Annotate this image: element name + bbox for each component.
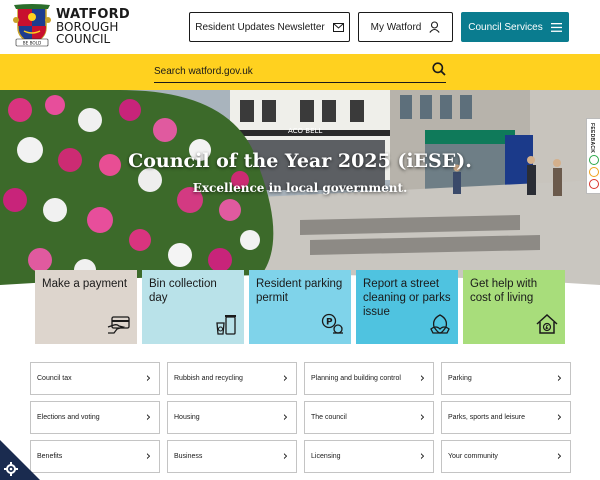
search-icon[interactable] <box>432 62 446 81</box>
happy-face-icon[interactable] <box>589 155 599 165</box>
envelope-icon <box>332 22 344 32</box>
link-label: Benefits <box>37 453 63 460</box>
link-rubbish-recycling[interactable]: Rubbish and recycling › <box>167 362 297 395</box>
home-money-icon: £ <box>535 313 559 339</box>
link-label: Licensing <box>311 453 341 460</box>
council-services-label: Council Services <box>468 21 543 33</box>
link-housing[interactable]: Housing › <box>167 401 297 434</box>
logo-line-3: COUNCIL <box>56 32 111 46</box>
hero-banner: ACO BELL Council of the Year 2025 (iESE)… <box>0 90 600 300</box>
neutral-face-icon[interactable] <box>589 167 599 177</box>
chevron-right-icon: › <box>419 449 425 464</box>
newsletter-button[interactable]: Resident Updates Newsletter <box>189 12 350 42</box>
chevron-right-icon: › <box>282 449 288 464</box>
link-label: Elections and voting <box>37 414 100 421</box>
council-services-button[interactable]: Council Services <box>461 12 569 42</box>
tile-label: Bin collection day <box>149 278 217 304</box>
link-label: Rubbish and recycling <box>174 375 243 382</box>
chevron-right-icon: › <box>282 371 288 386</box>
tile-cost-of-living[interactable]: Get help with cost of living £ <box>463 270 565 344</box>
chevron-right-icon: › <box>556 410 562 425</box>
search-band <box>0 54 600 90</box>
tile-label: Report a street cleaning or parks issue <box>363 278 451 318</box>
svg-text:P: P <box>326 318 333 328</box>
link-business[interactable]: Business › <box>167 440 297 473</box>
crest-motto: BE BOLD <box>23 41 42 46</box>
tile-report-street-issue[interactable]: Report a street cleaning or parks issue <box>356 270 458 344</box>
chevron-right-icon: › <box>282 410 288 425</box>
user-icon <box>429 21 441 33</box>
shop-sign-text: ACO BELL <box>288 127 322 135</box>
my-watford-button[interactable]: My Watford <box>358 12 453 42</box>
link-label: Your community <box>448 453 498 460</box>
chevron-right-icon: › <box>419 410 425 425</box>
hero-subtitle: Excellence in local government. <box>192 181 408 195</box>
tile-bin-collection[interactable]: Bin collection day <box>142 270 244 344</box>
council-logo[interactable]: BE BOLD WATFORD BOROUGH COUNCIL <box>12 4 130 48</box>
link-elections-voting[interactable]: Elections and voting › <box>30 401 160 434</box>
link-council-tax[interactable]: Council tax › <box>30 362 160 395</box>
link-label: The council <box>311 414 347 421</box>
chevron-right-icon: › <box>419 371 425 386</box>
chevron-right-icon: › <box>145 449 151 464</box>
chevron-right-icon: › <box>556 371 562 386</box>
crest-icon: BE BOLD <box>13 4 51 47</box>
link-label: Parking <box>448 375 472 382</box>
tile-label: Resident parking permit <box>256 278 343 304</box>
link-parks-sports-leisure[interactable]: Parks, sports and leisure › <box>441 401 571 434</box>
link-label: Parks, sports and leisure <box>448 414 526 421</box>
svg-text:£: £ <box>545 325 549 331</box>
search-bar <box>154 61 446 83</box>
chevron-right-icon: › <box>145 371 151 386</box>
link-benefits[interactable]: Benefits › <box>30 440 160 473</box>
chevron-right-icon: › <box>145 410 151 425</box>
my-watford-label: My Watford <box>370 21 422 33</box>
tile-make-payment[interactable]: Make a payment <box>35 270 137 344</box>
bins-icon <box>214 313 238 339</box>
hero-title: Council of the Year 2025 (iESE). <box>128 150 472 172</box>
parking-permit-icon: P <box>321 313 345 339</box>
chevron-right-icon: › <box>556 449 562 464</box>
feedback-tab[interactable]: FEEDBACK <box>586 118 600 194</box>
tile-resident-parking-permit[interactable]: Resident parking permit P <box>249 270 351 344</box>
tile-label: Get help with cost of living <box>470 278 538 304</box>
tile-label: Make a payment <box>42 278 128 290</box>
link-licensing[interactable]: Licensing › <box>304 440 434 473</box>
link-planning-building-control[interactable]: Planning and building control › <box>304 362 434 395</box>
link-label: Business <box>174 453 203 460</box>
link-label: Planning and building control <box>311 375 401 382</box>
link-parking[interactable]: Parking › <box>441 362 571 395</box>
card-payment-icon <box>107 315 131 339</box>
page: BE BOLD WATFORD BOROUGH COUNCIL Resident… <box>0 0 600 480</box>
menu-icon <box>550 22 562 32</box>
site-header: BE BOLD WATFORD BOROUGH COUNCIL Resident… <box>0 0 600 54</box>
sad-face-icon[interactable] <box>589 179 599 189</box>
link-your-community[interactable]: Your community › <box>441 440 571 473</box>
newsletter-label: Resident Updates Newsletter <box>195 21 325 33</box>
link-label: Council tax <box>37 375 72 382</box>
search-input[interactable] <box>154 66 404 77</box>
street-cleaning-icon <box>428 313 452 339</box>
cookie-settings-button[interactable] <box>0 440 40 480</box>
feedback-label: FEEDBACK <box>589 123 595 154</box>
link-label: Housing <box>174 414 200 421</box>
link-the-council[interactable]: The council › <box>304 401 434 434</box>
hero-image: ACO BELL <box>0 90 600 300</box>
